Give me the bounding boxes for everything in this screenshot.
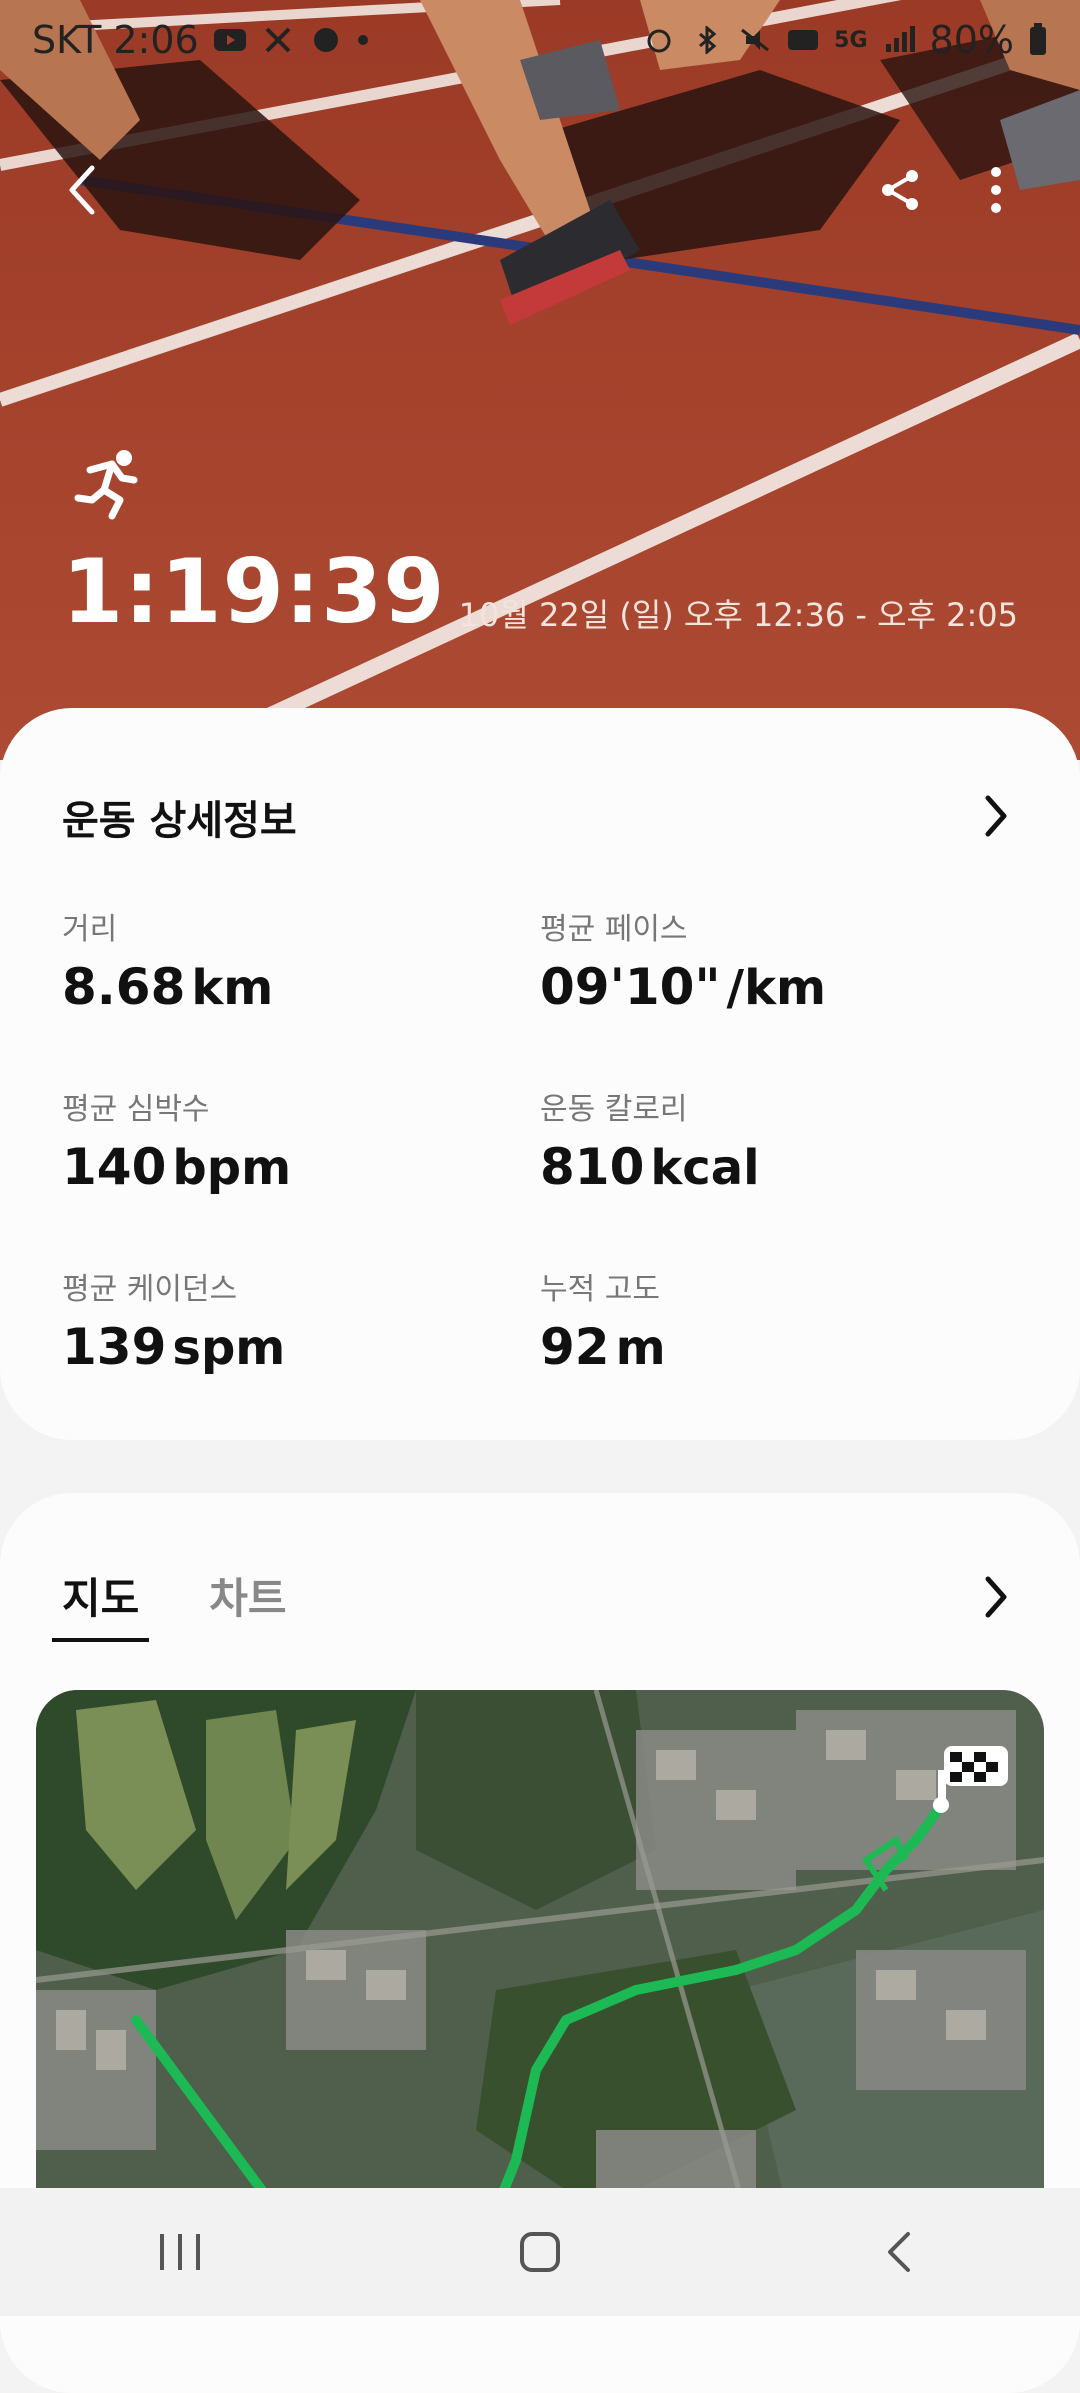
notification-dot-icon [357,35,368,45]
track-background-image [0,0,1080,760]
chevron-right-icon [985,795,1007,837]
x-app-icon [265,27,291,53]
details-expand-button[interactable] [966,786,1026,846]
stat-label: 거리 [62,912,118,947]
map-chart-tabs: 지도 차트 [51,1565,287,1642]
nav-back-button[interactable] [840,2202,960,2302]
details-title: 운동 상세정보 [62,798,297,844]
workout-date-range: 10월 22일 (일) 오후 12:36 - 오후 2:05 [458,596,1018,634]
stat-avg-cadence: 평균 케이던스 139 spm [62,1264,482,1376]
stat-label: 평균 페이스 [540,912,688,947]
more-options-button[interactable] [956,150,1036,230]
running-icon [74,450,138,520]
youtube-icon [213,29,246,51]
route-map[interactable] [36,1690,1044,2250]
tab-map[interactable]: 지도 [51,1565,150,1642]
stat-distance: 거리 8.68 km [62,904,482,1016]
stat-label: 운동 칼로리 [540,1092,688,1127]
stat-value: 09'10"/km [540,958,826,1016]
stat-calories: 운동 칼로리 810 kcal [540,1084,960,1196]
home-button[interactable] [480,2202,600,2302]
stat-value: 139 spm [62,1318,286,1376]
stat-value: 140 bpm [62,1138,292,1196]
back-icon [69,165,95,215]
stat-value: 8.68 km [62,958,274,1016]
share-button[interactable] [860,150,940,230]
stat-value: 810 kcal [540,1138,760,1196]
nav-back-icon [888,2232,910,2272]
satellite-map-image [36,1690,1044,2250]
map-expand-button[interactable] [966,1567,1026,1627]
stat-avg-heart-rate: 평균 심박수 140 bpm [62,1084,482,1196]
network-type: 5G [834,27,868,53]
battery-percent: 80% [929,18,1014,62]
mute-icon [741,28,770,52]
stat-value: 92 m [540,1318,666,1376]
tab-chart[interactable]: 차트 [209,1565,286,1642]
chevron-right-icon [985,1576,1007,1618]
more-icon [991,167,1001,213]
stat-elevation-gain: 누적 고도 92 m [540,1264,960,1376]
hero-banner: SKT 2:06 5G 80% 1:19:39 10월 22일 (일) 오후 1… [0,0,1080,760]
recent-apps-icon [160,2234,200,2270]
home-icon [520,2232,560,2272]
stat-label: 평균 심박수 [62,1092,210,1127]
workout-details-card: 운동 상세정보 거리 8.68 km 평균 페이스 09'10"/km 평균 심박… [0,708,1080,1440]
recent-apps-button[interactable] [120,2202,240,2302]
stat-label: 평균 케이던스 [62,1272,238,1307]
system-nav-bar [0,2188,1080,2316]
wear-icon [313,28,338,52]
share-icon [882,170,918,210]
workout-duration: 1:19:39 [62,540,446,643]
hd-voice-icon [788,30,819,50]
signal-icon [885,26,915,52]
stat-avg-pace: 평균 페이스 09'10"/km [540,904,960,1016]
bluetooth-icon [699,26,717,54]
alarm-icon [647,29,671,53]
carrier-time: SKT 2:06 [32,18,199,62]
stat-label: 누적 고도 [540,1272,660,1307]
back-button[interactable] [42,150,122,230]
battery-icon [1030,23,1046,55]
status-bar: SKT 2:06 5G 80% [0,0,1080,80]
